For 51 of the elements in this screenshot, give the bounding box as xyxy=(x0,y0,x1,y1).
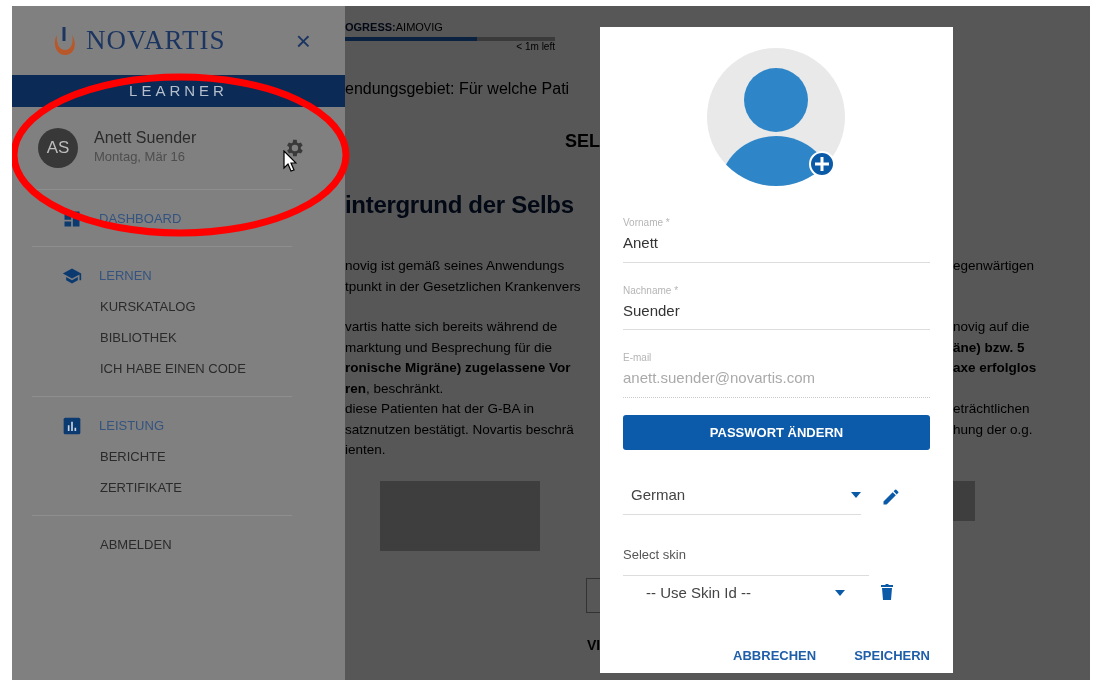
menu-item[interactable]: DASHBOARD xyxy=(99,203,182,234)
menu-item[interactable]: ZERTIFIKATE xyxy=(12,472,182,503)
cursor-icon xyxy=(283,150,297,172)
paragraph-line: egenwärtigen xyxy=(953,258,1035,273)
field-label: E-mail xyxy=(623,352,653,364)
menu-item[interactable]: ICH HABE EINEN CODE xyxy=(12,353,246,384)
menu-item[interactable]: LEISTUNG xyxy=(99,410,164,441)
caret-icon xyxy=(835,590,845,596)
section-heading: intergrund der Selbs xyxy=(345,191,574,218)
menu-item[interactable]: LERNEN xyxy=(99,260,152,291)
paragraph-line: marktung und Besprechung für die xyxy=(345,339,553,355)
field-label: Vorname * xyxy=(623,217,671,229)
cancel-button[interactable]: ABBRECHEN xyxy=(733,646,817,666)
question-text: endungsgebiet: Für welche Pati xyxy=(345,80,570,97)
paragraph-line: äne) bzw. 5 xyxy=(953,339,1025,355)
paragraph-line: eträchtlichen xyxy=(953,401,1030,416)
photo-placeholder xyxy=(953,480,975,521)
save-button[interactable]: SPEICHERN xyxy=(854,646,930,666)
edit-icon[interactable] xyxy=(881,486,901,507)
paragraph-line: ren, beschränkt. xyxy=(345,380,444,396)
bar-chart-icon xyxy=(62,415,82,436)
course-name: AIMOVIG xyxy=(395,21,443,33)
change-password-button[interactable]: PASSWORT ÄNDERN xyxy=(623,414,930,450)
menu-item[interactable]: KURSKATALOG xyxy=(12,291,196,322)
progress-label: OGRESS: xyxy=(345,21,396,33)
time-remaining: < 1m left xyxy=(515,41,555,53)
user-name: Anett Suender xyxy=(94,129,197,148)
menu-item[interactable]: BERICHTE xyxy=(12,441,166,472)
delete-icon[interactable] xyxy=(880,583,894,600)
paragraph-line: tpunkt in der Gesetzlichen Krankenvers xyxy=(345,278,581,294)
paragraph-line: novig auf die xyxy=(953,319,1030,334)
avatar-placeholder[interactable] xyxy=(706,48,847,188)
logo-text: NOVARTIS xyxy=(86,24,226,58)
paragraph-line: diese Patienten hat der G-BA in xyxy=(345,401,535,416)
user-avatar: AS xyxy=(38,128,78,168)
field-label: Select skin xyxy=(623,546,687,565)
close-button[interactable]: × xyxy=(291,27,315,54)
logo-icon xyxy=(52,24,78,57)
paragraph-line: ienten. xyxy=(345,442,386,457)
paragraph-line: satznutzen bestätigt. Novartis beschrä xyxy=(345,421,574,437)
paragraph-line: ronische Migräne) zugelassene Vor xyxy=(345,360,571,375)
paragraph-line: hung der o.g. xyxy=(953,421,1033,437)
field-label: Nachname * xyxy=(623,284,680,297)
paragraph-line: axe erfolglos xyxy=(953,360,1037,375)
bottom-label: VI xyxy=(587,636,601,653)
menu-item[interactable]: BIBLIOTHEK xyxy=(12,322,177,353)
paragraph-line: vartis hatte sich bereits während de xyxy=(345,319,558,334)
section-button[interactable]: SEL xyxy=(565,117,600,165)
paragraph-line: novig ist gemäß seines Anwendungs xyxy=(345,258,565,273)
caret-icon xyxy=(851,492,861,498)
menu-item[interactable]: ABMELDEN xyxy=(62,529,172,560)
